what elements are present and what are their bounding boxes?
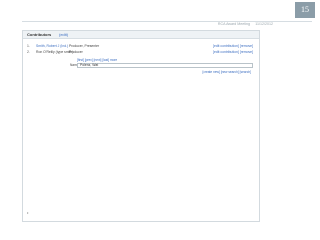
bottom-marker: • bbox=[27, 210, 29, 215]
slide: 15 RCA Award Meeting 11/12/2012 Contribu… bbox=[0, 0, 320, 240]
contributor-role: Producer bbox=[69, 50, 83, 54]
row-index: 2. bbox=[27, 50, 30, 54]
panel-edit-link[interactable]: (edit) bbox=[59, 31, 68, 38]
panel-title: Contributors bbox=[27, 32, 52, 37]
header-band bbox=[0, 0, 320, 20]
panel-header: Contributors (edit) bbox=[23, 31, 259, 39]
contributor-row: 2. Ron O'Reilly (type smith) Producer [e… bbox=[23, 49, 259, 55]
contributor-name: Ron O'Reilly (type smith) bbox=[36, 50, 74, 54]
footer-date: 11/12/2012 bbox=[255, 22, 273, 26]
footer-text: RCA Award Meeting bbox=[217, 22, 250, 26]
name-input[interactable]: Polenz, Wat bbox=[77, 63, 253, 68]
contributor-actions[interactable]: [edit contribution] [remove] bbox=[213, 49, 253, 55]
slide-number: 15 bbox=[295, 2, 315, 18]
contributors-panel: Contributors (edit) 1. Smith, Robert J (… bbox=[22, 30, 260, 222]
search-links[interactable]: [create new] [new search] [search] bbox=[202, 70, 251, 75]
